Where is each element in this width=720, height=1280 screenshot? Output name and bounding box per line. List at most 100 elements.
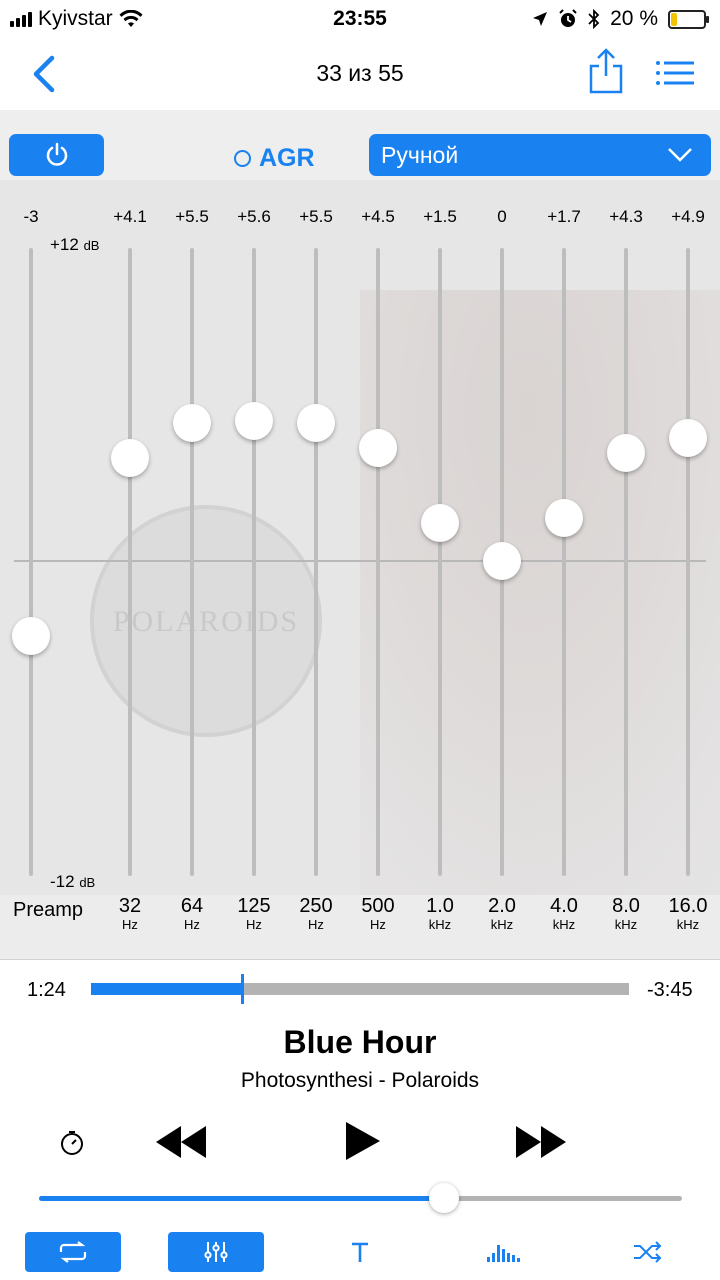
band-9-frequency-value: 8.0	[612, 895, 640, 917]
equalizer-button[interactable]	[168, 1232, 264, 1272]
max-db-value: +12	[50, 235, 79, 254]
band-2-frequency-unit: Hz	[184, 917, 200, 932]
agr-label: AGR	[259, 144, 315, 172]
min-db-value: -12	[50, 872, 75, 891]
band-6-frequency-label: 1.0 kHz	[409, 895, 471, 933]
min-db-label: -12 dB	[50, 872, 95, 892]
song-title: Blue Hour	[283, 1024, 437, 1060]
seek-bar-fill	[91, 983, 242, 995]
band-4-frequency-value: 250	[299, 895, 333, 917]
band-9-gain-label: +4.3	[609, 207, 643, 226]
band-5-frequency-label: 500 Hz	[347, 895, 409, 933]
bluetooth-icon	[588, 9, 600, 29]
preamp-label: Preamp	[13, 899, 84, 921]
band-3-gain-label: +5.6	[237, 207, 271, 226]
band-4-track[interactable]	[314, 248, 318, 876]
remaining-time: -3:45	[647, 979, 693, 1001]
play-icon[interactable]	[344, 1120, 382, 1162]
visualizer-button[interactable]	[456, 1232, 552, 1272]
band-2-gain-label: +5.5	[175, 207, 209, 226]
preamp-track[interactable]	[29, 248, 33, 876]
shuffle-button[interactable]	[600, 1232, 696, 1272]
share-icon[interactable]	[588, 48, 624, 94]
album-watermark: POLAROIDS	[112, 605, 300, 638]
band-5-frequency-value: 500	[361, 895, 395, 917]
status-right: 20 %	[532, 7, 709, 31]
band-8-track[interactable]	[562, 248, 566, 876]
band-5-track[interactable]	[376, 248, 380, 876]
band-5-knob[interactable]	[359, 429, 397, 468]
band-9-knob[interactable]	[607, 434, 645, 473]
band-5-gain-label: +4.5	[361, 207, 395, 226]
band-1-track[interactable]	[128, 248, 132, 876]
band-1-frequency-value: 32	[118, 895, 142, 917]
band-6-frequency-value: 1.0	[426, 895, 454, 917]
band-3-frequency-unit: Hz	[246, 917, 262, 932]
band-7-frequency-label: 2.0 kHz	[471, 895, 533, 933]
band-2-knob[interactable]	[173, 404, 211, 443]
eq-toolbar: AGR Ручной	[0, 110, 720, 180]
band-9-frequency-unit: kHz	[614, 917, 638, 932]
band-1-frequency-label: 32 Hz	[99, 895, 161, 933]
band-3-frequency-value: 125	[237, 895, 271, 917]
battery-percent: 20 %	[610, 7, 658, 30]
volume-fill	[39, 1196, 445, 1201]
band-10-frequency-value: 16.0	[668, 895, 708, 917]
band-7-gain-label: 0	[497, 207, 507, 226]
agr-toggle[interactable]: AGR	[234, 144, 315, 173]
agr-radio[interactable]	[234, 150, 251, 167]
album-art-background	[360, 290, 720, 895]
text-icon	[352, 1242, 368, 1262]
band-8-frequency-label: 4.0 kHz	[533, 895, 595, 933]
band-5-frequency-unit: Hz	[370, 917, 386, 932]
eq-power-button[interactable]	[9, 134, 104, 176]
band-10-frequency-unit: kHz	[676, 917, 700, 932]
band-3-knob[interactable]	[235, 401, 273, 440]
band-7-knob[interactable]	[483, 542, 521, 580]
volume-knob[interactable]	[429, 1183, 460, 1213]
rewind-icon[interactable]	[154, 1124, 208, 1160]
band-2-track[interactable]	[190, 248, 194, 876]
band-9-frequency-label: 8.0 kHz	[595, 895, 657, 933]
band-4-frequency-unit: Hz	[308, 917, 324, 932]
band-1-gain-label: +4.1	[113, 207, 147, 226]
divider	[0, 959, 720, 960]
list-icon[interactable]	[656, 60, 696, 86]
seek-bar[interactable]	[91, 974, 629, 1004]
location-arrow-icon	[533, 12, 548, 26]
song-artist: Photosynthesi - Polaroids	[240, 1069, 480, 1092]
fast-forward-icon[interactable]	[514, 1124, 568, 1160]
preset-value: Ручной	[381, 141, 459, 168]
band-4-knob[interactable]	[297, 404, 335, 443]
sliders-icon	[204, 1242, 228, 1262]
band-9-track[interactable]	[624, 248, 628, 876]
battery-icon	[668, 9, 709, 29]
shuffle-icon	[634, 1241, 662, 1263]
preset-dropdown[interactable]: Ручной	[369, 134, 711, 176]
band-3-track[interactable]	[252, 248, 256, 876]
preamp-knob[interactable]	[12, 617, 50, 656]
sleep-timer-icon[interactable]	[58, 1129, 86, 1157]
band-6-track[interactable]	[438, 248, 442, 876]
max-db-unit: dB	[83, 238, 100, 253]
band-4-frequency-label: 250 Hz	[285, 895, 347, 933]
lyrics-button[interactable]	[312, 1232, 408, 1272]
power-icon	[46, 142, 67, 166]
band-8-frequency-unit: kHz	[552, 917, 576, 932]
band-7-frequency-unit: kHz	[490, 917, 514, 932]
band-6-frequency-unit: kHz	[428, 917, 452, 932]
repeat-button[interactable]	[25, 1232, 121, 1272]
zero-db-line	[14, 560, 706, 562]
seek-bar-handle[interactable]	[240, 974, 244, 1004]
repeat-icon	[59, 1241, 87, 1263]
band-10-track[interactable]	[686, 248, 690, 876]
volume-slider[interactable]	[39, 1183, 682, 1213]
max-db-label: +12 dB	[50, 235, 99, 255]
min-db-unit: dB	[79, 875, 96, 890]
band-1-knob[interactable]	[111, 439, 149, 478]
equalizer-panel: POLAROIDS +12 dB -12 dB -3 +4.1 +5.5 +5.6 +5…	[0, 180, 720, 895]
band-2-frequency-value: 64	[180, 895, 204, 917]
band-3-frequency-label: 125 Hz	[223, 895, 285, 933]
band-10-knob[interactable]	[669, 419, 707, 458]
preamp-gain-label: -3	[23, 207, 39, 226]
